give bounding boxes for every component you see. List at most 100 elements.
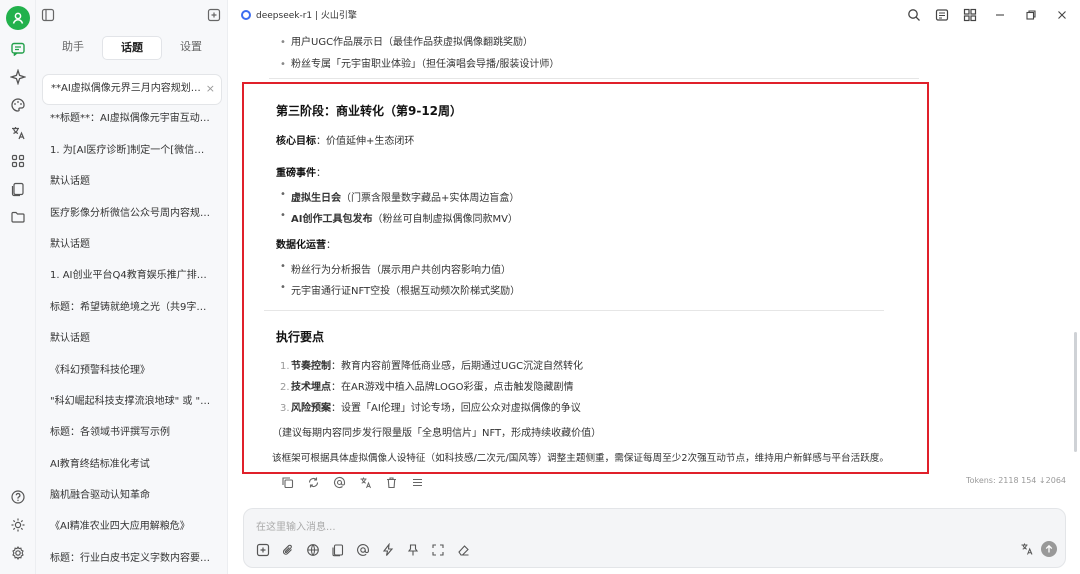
execution-item: 3.风险预案：设置「AI伦理」讨论专场，回应公众对虚拟偶像的争议 (280, 399, 581, 414)
topic-item[interactable]: 标题：希望铸就绝境之光（共9字符）... (42, 294, 222, 325)
event-label: 虚拟生日会 (291, 193, 341, 204)
lightning-icon[interactable] (379, 541, 396, 558)
translate-icon[interactable] (9, 124, 27, 142)
fullscreen-icon[interactable] (429, 541, 446, 558)
ops-heading: 数据化运营： (276, 240, 336, 251)
tab-topics[interactable]: 话题 (102, 36, 162, 60)
apps-grid-icon[interactable] (9, 152, 27, 170)
topic-item[interactable]: 《科幻预警科技伦理》 (42, 357, 222, 388)
new-topic-icon[interactable] (254, 541, 271, 558)
item-label: 风险预案 (291, 403, 331, 414)
topic-item[interactable]: 1. AI创业平台Q4教育娱乐推广排期规... (42, 262, 222, 293)
left-rail (0, 0, 36, 574)
divider (269, 78, 919, 79)
topic-item[interactable]: 默认话题 (42, 231, 222, 262)
avatar[interactable] (6, 6, 30, 30)
topic-item[interactable]: 默认话题 (42, 325, 222, 356)
summary-text: 该框架可根据具体虚拟偶像人设特征（如科技感/二次元/国风等）调整主题侧重，需保证… (272, 453, 889, 464)
topic-item[interactable]: 医疗影像分析微信公众号周内容规划 ... (42, 200, 222, 231)
topic-item[interactable]: 1. 为[AI医疗诊断]制定一个[微信社群]... (42, 137, 222, 168)
events-heading: 重磅事件： (276, 168, 326, 179)
chat-header: deepseek-r1 | 火山引擎 (229, 0, 1080, 30)
grid-icon[interactable] (961, 6, 979, 24)
tab-assistant[interactable]: 助手 (44, 36, 102, 60)
send-button[interactable] (1041, 541, 1057, 557)
translate-icon[interactable] (357, 474, 373, 490)
ops-item: 元宇宙通行证NFT空投（根据互动频次阶梯式奖励） (280, 282, 520, 297)
event-item: 虚拟生日会（门票含限量数字藏品+实体周边盲盒） (280, 189, 519, 204)
settings-gear-icon[interactable] (9, 544, 27, 562)
message-input-box[interactable]: 在这里输入消息... (243, 508, 1066, 568)
collapse-sidebar-icon[interactable] (40, 7, 56, 23)
message-input[interactable]: 在这里输入消息... (256, 518, 336, 533)
model-selector[interactable]: deepseek-r1 | 火山引擎 (241, 8, 357, 21)
chat-icon[interactable] (9, 40, 27, 58)
topic-item[interactable]: AI教育终结标准化考试 (42, 451, 222, 482)
delete-icon[interactable] (383, 474, 399, 490)
ops-label: 数据化运营 (276, 240, 326, 251)
topic-item[interactable]: 标题：行业白皮书定义字数内容要求 ... (42, 545, 222, 574)
execution-item: 1.节奏控制：教育内容前置降低商业感，后期通过UGC沉淀自然转化 (280, 357, 583, 372)
app-window: 助手 话题 设置 **AI虚拟偶像元界三月内容规划框架*... × **标题**：… (0, 0, 1080, 574)
topic-item[interactable]: 脑机融合驱动认知革命 (42, 482, 222, 513)
pin-icon[interactable] (404, 541, 421, 558)
eraser-icon[interactable] (454, 541, 471, 558)
message-actions (279, 474, 425, 490)
web-search-icon[interactable] (304, 541, 321, 558)
mention-icon[interactable] (354, 541, 371, 558)
close-icon[interactable]: × (206, 75, 215, 103)
ops-item: 粉丝行为分析报告（展示用户共创内容影响力值） (280, 261, 511, 276)
topic-item-active[interactable]: **AI虚拟偶像元界三月内容规划框架*... × (42, 74, 222, 106)
tab-settings[interactable]: 设置 (162, 36, 220, 60)
core-goal-label: 核心目标 (276, 136, 316, 147)
mention-icon[interactable] (331, 474, 347, 490)
topic-item[interactable]: **标题**：AI虚拟偶像元宇宙互动季 -... (42, 105, 222, 136)
topic-item[interactable]: "科幻崛起科技支撑流浪地球" 或 "科... (42, 388, 222, 419)
minimize-icon[interactable] (991, 6, 1009, 24)
layout-icon[interactable] (933, 6, 951, 24)
theme-sun-icon[interactable] (9, 516, 27, 534)
token-count: Tokens: 2118 154 ↓2064 (966, 476, 1066, 485)
event-text: （门票含限量数字藏品+实体周边盲盒） (341, 193, 520, 204)
execution-item: 2.技术埋点：在AR游戏中植入品牌LOGO彩蛋，点击触发隐藏剧情 (280, 378, 574, 393)
palette-icon[interactable] (9, 96, 27, 114)
events-label: 重磅事件 (276, 168, 316, 179)
copy-icon[interactable] (279, 474, 295, 490)
item-number: 3. (280, 403, 290, 414)
regenerate-icon[interactable] (305, 474, 321, 490)
event-text: （粉丝可自制虚拟偶像同款MV） (372, 214, 518, 225)
input-toolbar (254, 541, 471, 558)
folder-icon[interactable] (9, 208, 27, 226)
topic-item[interactable]: 《AI精准农业四大应用解粮危》 (42, 513, 222, 544)
restore-icon[interactable] (1022, 6, 1040, 24)
topic-list: **AI虚拟偶像元界三月内容规划框架*... × **标题**：AI虚拟偶像元宇宙… (42, 74, 222, 574)
menu-icon[interactable] (409, 474, 425, 490)
item-text: ：在AR游戏中植入品牌LOGO彩蛋，点击触发隐藏剧情 (331, 382, 574, 393)
topic-label: **AI虚拟偶像元界三月内容规划框架*... (51, 83, 222, 94)
model-title: deepseek-r1 | 火山引擎 (256, 11, 357, 21)
bullet-item: 粉丝专属「元宇宙职业体验」（担任演唱会导播/服装设计师） (279, 54, 979, 76)
sparkle-icon[interactable] (9, 68, 27, 86)
sidebar-toolbar (36, 0, 228, 30)
scrollbar[interactable] (1074, 332, 1077, 452)
topic-item[interactable]: 默认话题 (42, 168, 222, 199)
search-icon[interactable] (905, 6, 923, 24)
translate-input-icon[interactable] (1019, 541, 1035, 557)
topic-item[interactable]: 标题：各领域书评撰写示例 (42, 419, 222, 450)
knowledge-icon[interactable] (329, 541, 346, 558)
section-title: 第三阶段：商业转化（第9-12周） (276, 104, 463, 118)
divider (264, 310, 884, 311)
message-area: 用户UGC作品展示日（最佳作品获虚拟偶像翻跳奖励） 粉丝专属「元宇宙职业体验」（… (229, 30, 1080, 500)
item-text: ：设置「AI伦理」讨论专场，回应公众对虚拟偶像的争议 (331, 403, 581, 414)
arrow-up-icon (1045, 544, 1053, 553)
event-label: AI创作工具包发布 (291, 214, 373, 225)
close-window-icon[interactable] (1053, 6, 1071, 24)
attachment-icon[interactable] (279, 541, 296, 558)
help-icon[interactable] (9, 488, 27, 506)
suggestion-text: （建议每期内容同步发行限量版「全息明信片」NFT，形成持续收藏价值） (272, 428, 602, 439)
highlight-box: 第三阶段：商业转化（第9-12周） 核心目标：价值延伸+生态闭环 重磅事件： 虚… (242, 82, 929, 474)
topic-sidebar: 助手 话题 设置 **AI虚拟偶像元界三月内容规划框架*... × **标题**：… (36, 0, 228, 574)
new-topic-icon[interactable] (206, 7, 222, 23)
item-number: 2. (280, 382, 290, 393)
notes-icon[interactable] (9, 180, 27, 198)
